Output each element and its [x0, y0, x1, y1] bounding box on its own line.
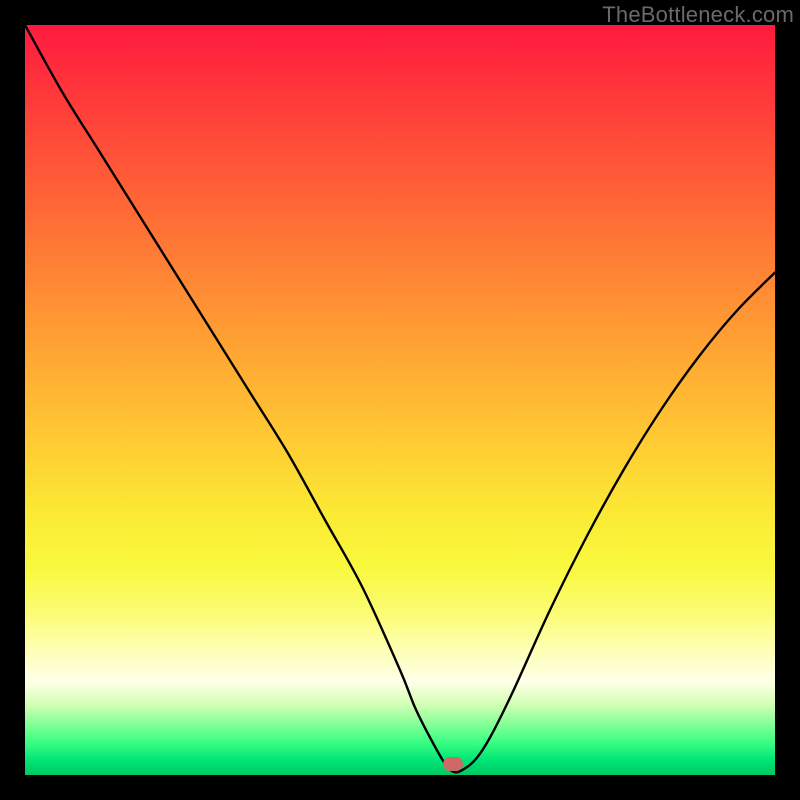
plot-area — [25, 25, 775, 775]
optimal-point-marker — [443, 757, 463, 771]
chart-frame: TheBottleneck.com — [0, 0, 800, 800]
curve-path — [25, 25, 775, 772]
attribution-text: TheBottleneck.com — [602, 2, 794, 28]
bottleneck-curve — [25, 25, 775, 775]
